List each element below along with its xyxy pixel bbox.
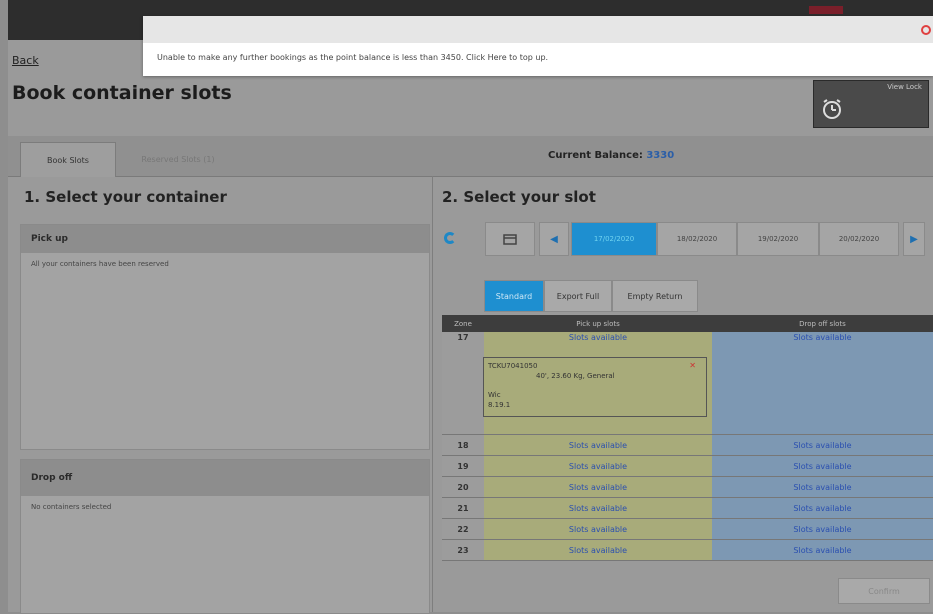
flag-icon	[809, 6, 843, 14]
date-option[interactable]: 20/02/2020	[819, 222, 899, 256]
previous-date-button[interactable]: ◀	[539, 222, 569, 256]
view-lock-button[interactable]: View Lock	[813, 80, 929, 128]
date-option[interactable]: 18/02/2020	[657, 222, 737, 256]
slots-table: Zone Pick up slots Drop off slots 17 Slo…	[442, 315, 933, 561]
balance-label: Current Balance:	[548, 150, 643, 161]
filter-empty-return[interactable]: Empty Return	[612, 280, 698, 312]
dropoff-message: No containers selected	[31, 503, 112, 511]
tab-reserved-slots[interactable]: Reserved Slots (1)	[118, 142, 238, 176]
dropoff-slot[interactable]: Slots available	[712, 539, 933, 561]
chevron-left-icon: ◀	[550, 233, 558, 245]
container-detail-1: Wic	[488, 391, 501, 399]
balance-warning-notification: Unable to make any further bookings as t…	[143, 16, 933, 76]
dropoff-header: Drop off slots	[712, 315, 933, 332]
dropoff-slot[interactable]: Slots available	[712, 497, 933, 519]
pickup-slot[interactable]: Slots available	[484, 518, 712, 540]
tab-book-slots[interactable]: Book Slots	[20, 142, 116, 177]
select-container-heading: 1. Select your container	[24, 188, 227, 206]
dropoff-slot[interactable]: Slots available	[712, 455, 933, 477]
dropoff-section: Drop off No containers selected	[20, 459, 430, 614]
table-row: 21 Slots available Slots available	[442, 497, 933, 519]
date-option-selected[interactable]: 17/02/2020	[571, 222, 657, 256]
confirm-button[interactable]: Confirm	[838, 578, 930, 604]
date-option[interactable]: 19/02/2020	[737, 222, 819, 256]
notification-message[interactable]: Unable to make any further bookings as t…	[157, 53, 548, 62]
table-header-row: Zone Pick up slots Drop off slots	[442, 315, 933, 332]
remove-icon[interactable]: ✕	[689, 361, 696, 370]
pickup-slot[interactable]: Slots available	[484, 539, 712, 561]
zone-cell: 17	[442, 332, 484, 435]
close-icon[interactable]	[921, 25, 931, 35]
filter-export-full[interactable]: Export Full	[544, 280, 612, 312]
pickup-title: Pick up	[21, 225, 429, 253]
dropoff-slot[interactable]: Slots available	[712, 518, 933, 540]
table-row: 19 Slots available Slots available	[442, 455, 933, 477]
pickup-slot[interactable]: Slots available	[484, 434, 712, 456]
alarm-clock-icon	[823, 99, 841, 119]
pickup-slot-label[interactable]: Slots available	[569, 333, 627, 342]
select-slot-heading: 2. Select your slot	[442, 188, 596, 206]
booked-container-card[interactable]: TCKU7041050 ✕ 40', 23.60 Kg, General Wic…	[483, 357, 707, 417]
current-balance: Current Balance: 3330	[548, 150, 674, 161]
filter-standard[interactable]: Standard	[484, 280, 544, 312]
zone-cell: 19	[442, 455, 484, 477]
zone-header: Zone	[442, 315, 484, 332]
container-description: 40', 23.60 Kg, General	[536, 372, 615, 380]
zone-cell: 21	[442, 497, 484, 519]
container-detail-2: 8.19.1	[488, 401, 511, 409]
zone-cell: 22	[442, 518, 484, 540]
pickup-slot[interactable]: Slots available	[484, 455, 712, 477]
calendar-icon	[503, 234, 517, 245]
chevron-right-icon: ▶	[910, 233, 918, 245]
dropoff-slot[interactable]: Slots available	[712, 434, 933, 456]
page-title: Book container slots	[12, 82, 232, 104]
container-id: TCKU7041050	[488, 362, 538, 370]
refresh-icon[interactable]	[444, 232, 456, 244]
pickup-message: All your containers have been reserved	[31, 260, 169, 268]
table-row: 18 Slots available Slots available	[442, 434, 933, 456]
pickup-slot[interactable]: Slots available	[484, 497, 712, 519]
table-row: 23 Slots available Slots available	[442, 539, 933, 561]
back-link[interactable]: Back	[12, 54, 39, 67]
dropoff-slot[interactable]: Slots available	[712, 476, 933, 498]
pickup-section: Pick up All your containers have been re…	[20, 224, 430, 450]
table-row: 22 Slots available Slots available	[442, 518, 933, 540]
dropoff-slot-label[interactable]: Slots available	[793, 333, 851, 342]
next-date-button[interactable]: ▶	[903, 222, 925, 256]
zone-cell: 23	[442, 539, 484, 561]
zone-cell: 20	[442, 476, 484, 498]
panel-divider	[432, 176, 433, 612]
dropoff-slot[interactable]: Slots available	[712, 332, 933, 435]
view-lock-label: View Lock	[887, 83, 922, 91]
notification-header	[143, 16, 933, 43]
pickup-slot[interactable]: Slots available	[484, 476, 712, 498]
dropoff-title: Drop off	[21, 460, 429, 496]
calendar-button[interactable]	[485, 222, 535, 256]
balance-value: 3330	[646, 150, 675, 161]
pickup-header: Pick up slots	[484, 315, 712, 332]
zone-cell: 18	[442, 434, 484, 456]
table-row: 20 Slots available Slots available	[442, 476, 933, 498]
